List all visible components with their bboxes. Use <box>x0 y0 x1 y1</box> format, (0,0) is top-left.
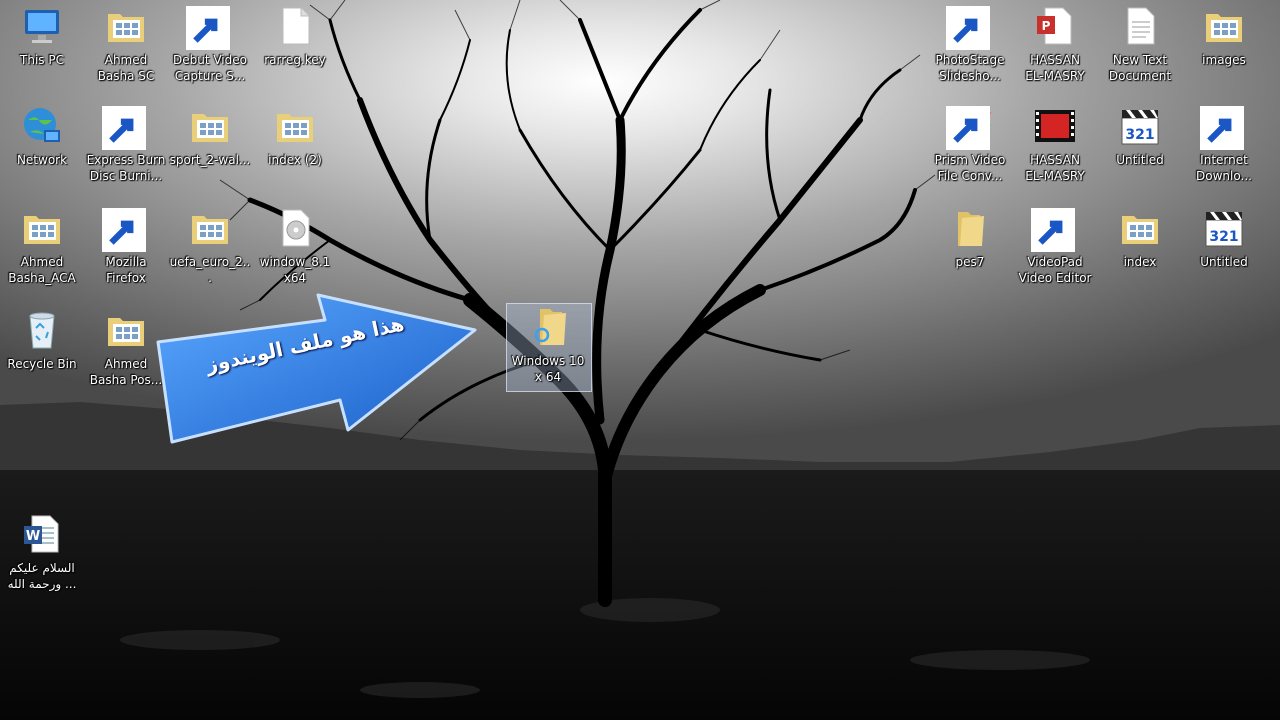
svg-text:321: 321 <box>1125 127 1154 143</box>
desktop-icon-new-text[interactable]: New Text Document <box>1098 4 1182 84</box>
desktop-icon-untitled-2[interactable]: 321 Untitled <box>1182 206 1266 270</box>
desktop-icon-label: Windows 10 x 64 <box>511 354 585 384</box>
text-file-icon <box>1118 4 1162 48</box>
desktop-icon-label: index (2) <box>268 153 322 167</box>
desktop-icon-label: rarreg.key <box>264 53 326 67</box>
desktop-icon-label: pes7 <box>955 255 985 269</box>
desktop-icon-label: Prism Video File Conv... <box>934 153 1006 183</box>
desktop-icon-uefa-euro[interactable]: uefa_euro_2... <box>168 206 252 286</box>
desktop-icon-label: Untitled <box>1116 153 1164 167</box>
folder-icon <box>188 104 232 148</box>
express-burn-icon <box>102 104 148 150</box>
prism-icon <box>946 104 992 150</box>
desktop-icon-windows-10-dragged[interactable]: Windows 10 x 64 <box>506 305 590 385</box>
desktop-icon-label: Express Burn Disc Burni... <box>86 153 166 183</box>
desktop-icon-untitled-1[interactable]: 321 Untitled <box>1098 104 1182 168</box>
desktop-icon-label: HASSAN EL-MASRY <box>1025 153 1085 183</box>
firefox-icon <box>102 206 148 252</box>
disc-image-icon <box>273 206 317 250</box>
desktop-icon-rarreg[interactable]: rarreg.key <box>253 4 337 68</box>
photostage-icon <box>946 4 992 50</box>
desktop-icon-hassan-pdf[interactable]: P HASSAN EL-MASRY <box>1013 4 1097 84</box>
desktop-icon-this-pc[interactable]: This PC <box>0 4 84 68</box>
desktop-icon-index[interactable]: index <box>1098 206 1182 270</box>
desktop-icon-label: images <box>1202 53 1246 67</box>
file-icon <box>273 4 317 48</box>
clapper-321-icon: 321 <box>1118 104 1162 148</box>
desktop-icon-hassan-video[interactable]: HASSAN EL-MASRY <box>1013 104 1097 184</box>
folder-icon <box>526 305 570 349</box>
desktop-icon-label: HASSAN EL-MASRY <box>1025 53 1085 83</box>
clapper-321-icon: 321 <box>1202 206 1246 250</box>
desktop-icon-label: PhotoStage Slidesho... <box>935 53 1005 83</box>
desktop-icon-label: Debut Video Capture S... <box>173 53 247 83</box>
desktop-icon-ahmed-basha-sc[interactable]: Ahmed Basha SC <box>84 4 168 84</box>
svg-text:W: W <box>26 529 40 544</box>
desktop-icon-label: This PC <box>20 53 64 67</box>
desktop-icon-label: Mozilla Firefox <box>105 255 147 285</box>
desktop-icon-label: Ahmed Basha SC <box>97 53 155 83</box>
folder-icon <box>1118 206 1162 250</box>
desktop-icon-sport-2[interactable]: sport_2-wal... <box>168 104 252 168</box>
desktop-icon-photostage[interactable]: PhotoStage Slidesho... <box>928 4 1012 84</box>
folder-icon <box>20 206 64 250</box>
desktop-icon-label: sport_2-wal... <box>169 153 251 167</box>
desktop-icon-label: السلام عليكم ورحمة الله ... <box>7 561 77 591</box>
recycle-bin-icon <box>20 308 64 352</box>
desktop-icon-label: Untitled <box>1200 255 1248 269</box>
idm-icon <box>1200 104 1246 150</box>
desktop-icon-recycle-bin[interactable]: Recycle Bin <box>0 308 84 372</box>
desktop-icon-firefox[interactable]: Mozilla Firefox <box>84 206 168 286</box>
desktop-icon-label: window_8.1 x64 <box>259 255 331 285</box>
desktop-icon-prism[interactable]: Prism Video File Conv... <box>928 104 1012 184</box>
folder-icon <box>1202 4 1246 48</box>
video-file-icon <box>1033 104 1077 148</box>
debut-app-icon <box>186 4 232 50</box>
drag-cursor-icon <box>534 327 550 343</box>
desktop-icon-windows-81[interactable]: window_8.1 x64 <box>253 206 337 286</box>
svg-text:P: P <box>1042 19 1051 33</box>
desktop-icon-label: uefa_euro_2... <box>169 255 251 285</box>
svg-text:321: 321 <box>1209 229 1238 245</box>
computer-icon <box>20 4 64 48</box>
desktop-icon-label: Ahmed Basha_ACA <box>8 255 76 285</box>
network-icon <box>20 104 64 148</box>
desktop-icon-label: Recycle Bin <box>7 357 77 371</box>
desktop-icon-word-doc[interactable]: W السلام عليكم ورحمة الله ... <box>0 512 84 592</box>
desktop-icon-index-2[interactable]: index (2) <box>253 104 337 168</box>
desktop-icon-idm[interactable]: Internet Downlo... <box>1182 104 1266 184</box>
desktop-icon-videopad[interactable]: VideoPad Video Editor <box>1013 206 1097 286</box>
folder-icon <box>104 4 148 48</box>
videopad-icon <box>1031 206 1077 252</box>
desktop-icon-ahmed-basha-aca[interactable]: Ahmed Basha_ACA <box>0 206 84 286</box>
folder-icon <box>104 308 148 352</box>
desktop-icon-label: New Text Document <box>1108 53 1172 83</box>
desktop-icon-label: Internet Downlo... <box>1196 153 1252 183</box>
desktop-icon-images[interactable]: images <box>1182 4 1266 68</box>
desktop-icon-label: VideoPad Video Editor <box>1018 255 1092 285</box>
desktop-icon-label: Network <box>16 153 68 167</box>
desktop-icon-debut-video[interactable]: Debut Video Capture S... <box>168 4 252 84</box>
word-document-icon: W <box>20 512 64 556</box>
folder-icon <box>948 206 992 250</box>
desktop-icon-label: index <box>1123 255 1157 269</box>
desktop-icon-express-burn[interactable]: Express Burn Disc Burni... <box>84 104 168 184</box>
pdf-icon: P <box>1033 4 1077 48</box>
folder-icon <box>273 104 317 148</box>
desktop-icon-network[interactable]: Network <box>0 104 84 168</box>
folder-icon <box>188 206 232 250</box>
desktop-icon-pes7[interactable]: pes7 <box>928 206 1012 270</box>
